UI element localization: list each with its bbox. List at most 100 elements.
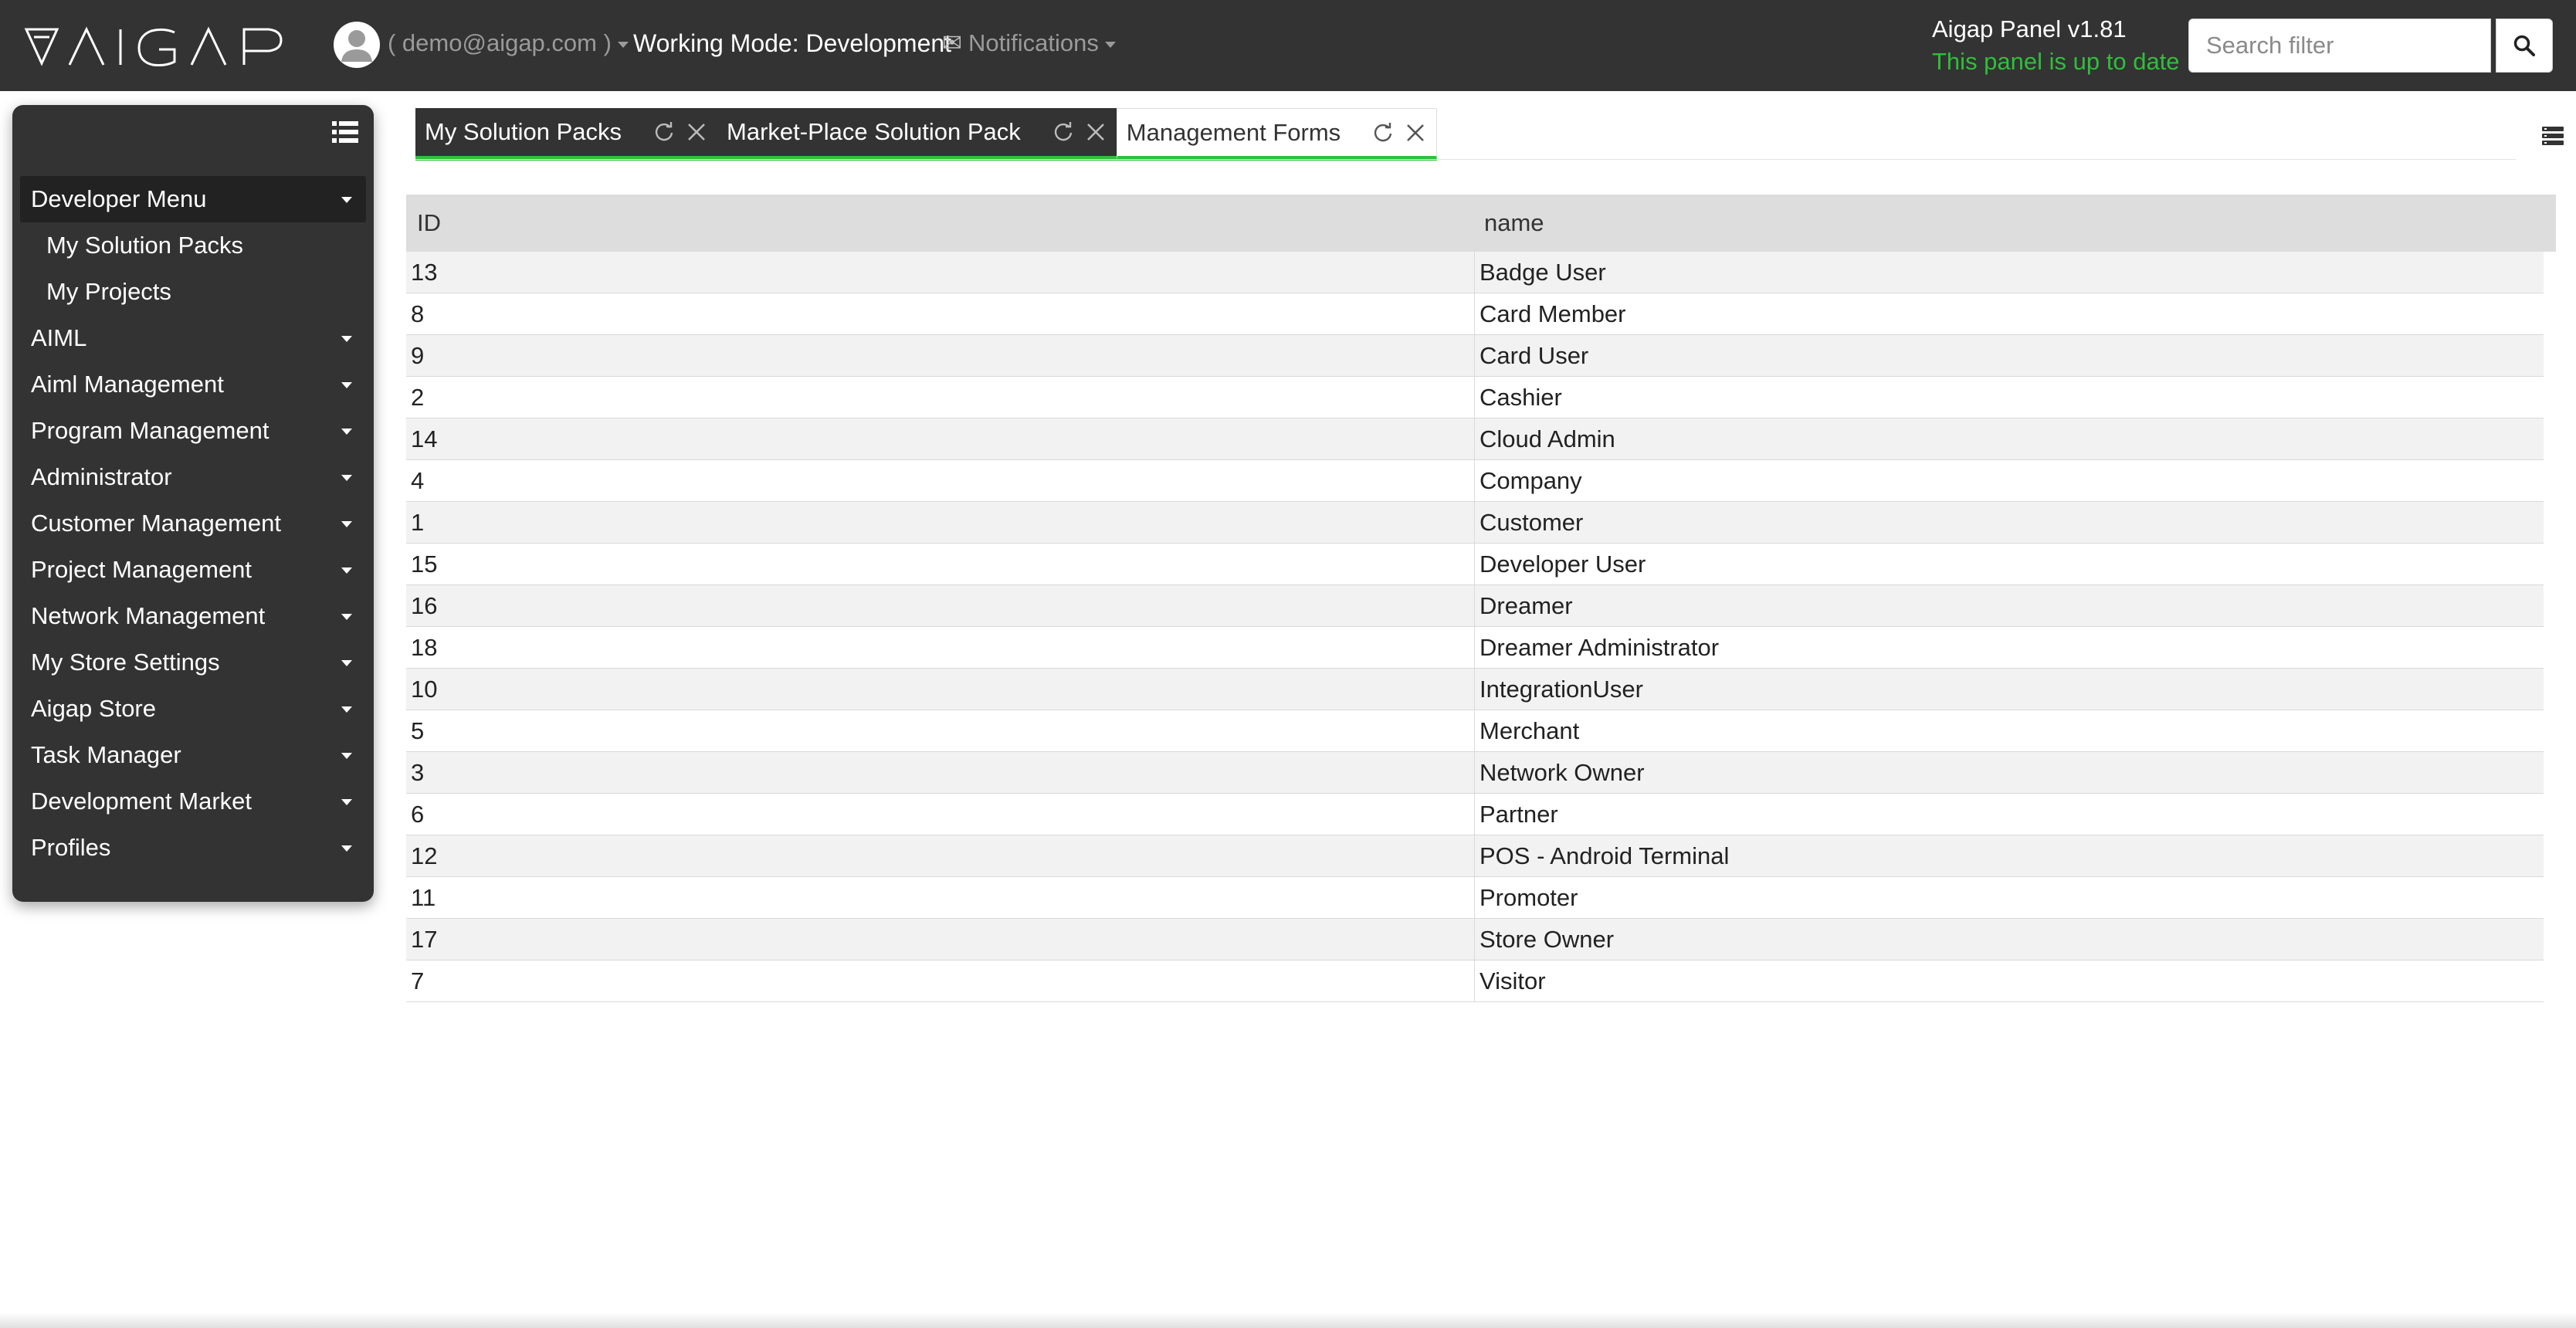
chevron-down-icon xyxy=(341,521,352,527)
sidebar-item-customer-management[interactable]: Customer Management xyxy=(20,500,366,547)
table-row[interactable]: 13 Badge User xyxy=(406,252,2544,293)
list-icon[interactable] xyxy=(332,120,358,144)
table-row[interactable]: 10 IntegrationUser xyxy=(406,669,2544,710)
cell-name: Network Owner xyxy=(1480,759,1645,786)
notifications-menu[interactable]: ✉ Notifications xyxy=(942,29,1116,57)
table-row[interactable]: 14 Cloud Admin xyxy=(406,418,2544,460)
sidebar-item-label: Development Market xyxy=(31,788,253,815)
table-row[interactable]: 2 Cashier xyxy=(406,377,2544,418)
table-row[interactable]: 12 POS - Android Terminal xyxy=(406,835,2544,877)
sidebar-item-my-store-settings[interactable]: My Store Settings xyxy=(20,639,366,686)
refresh-icon[interactable] xyxy=(1052,120,1075,144)
table-row[interactable]: 15 Developer User xyxy=(406,544,2544,585)
table-row[interactable]: 11 Promoter xyxy=(406,877,2544,919)
sidebar-item-label: My Solution Packs xyxy=(46,232,243,259)
search-button[interactable] xyxy=(2496,19,2553,73)
cell-id: 3 xyxy=(406,752,1475,793)
sidebar-item-aigap-store[interactable]: Aigap Store xyxy=(20,686,366,732)
sidebar-item-project-management[interactable]: Project Management xyxy=(20,547,366,593)
tab-bar: My Solution Packs Market-Place Solution P… xyxy=(415,108,1438,161)
sidebar-item-my-projects[interactable]: My Projects xyxy=(20,269,366,315)
table-row[interactable]: 5 Merchant xyxy=(406,710,2544,752)
search-icon xyxy=(2513,35,2535,56)
cell-id: 18 xyxy=(406,627,1475,668)
cell-id: 7 xyxy=(406,960,1475,1001)
tab-label: My Solution Packs xyxy=(425,118,622,145)
cell-name: Visitor xyxy=(1480,967,1546,994)
table-row[interactable]: 4 Company xyxy=(406,460,2544,502)
cell-name: Developer User xyxy=(1480,551,1646,578)
refresh-icon[interactable] xyxy=(652,120,676,144)
chevron-down-icon xyxy=(341,660,352,666)
chevron-down-icon xyxy=(341,567,352,574)
table-row[interactable]: 3 Network Owner xyxy=(406,752,2544,794)
cell-id: 1 xyxy=(406,502,1475,543)
panel-status: This panel is up to date xyxy=(1932,48,2180,75)
sidebar-item-label: My Projects xyxy=(46,278,171,305)
chevron-down-icon xyxy=(341,706,352,713)
table-row[interactable]: 8 Card Member xyxy=(406,293,2544,335)
column-header-id[interactable]: ID xyxy=(406,195,1475,252)
sidebar-item-aiml-management[interactable]: Aiml Management xyxy=(20,361,366,408)
sidebar: Developer Menu My Solution Packs My Projec… xyxy=(12,105,374,902)
aigap-logo[interactable] xyxy=(23,23,301,69)
stack-icon[interactable] xyxy=(2540,124,2565,148)
chevron-down-icon xyxy=(341,336,352,342)
grid-header: ID name xyxy=(406,195,2556,252)
chevron-down-icon xyxy=(341,799,352,805)
cell-id: 12 xyxy=(406,835,1475,876)
cell-name: Dreamer xyxy=(1480,592,1573,619)
user-avatar-icon[interactable] xyxy=(332,20,381,69)
sidebar-item-profiles[interactable]: Profiles xyxy=(20,825,366,871)
cell-id: 16 xyxy=(406,585,1475,626)
close-icon[interactable] xyxy=(1404,121,1427,144)
cell-id: 15 xyxy=(406,544,1475,584)
sidebar-item-developer-menu[interactable]: Developer Menu xyxy=(20,176,366,222)
cell-name: Badge User xyxy=(1480,259,1606,286)
sidebar-item-label: Profiles xyxy=(31,834,111,861)
table-row[interactable]: 6 Partner xyxy=(406,794,2544,835)
cell-name: Cashier xyxy=(1480,384,1562,411)
tab-my-solution-packs[interactable]: My Solution Packs xyxy=(415,108,717,161)
table-row[interactable]: 18 Dreamer Administrator xyxy=(406,627,2544,669)
tab-management-forms[interactable]: Management Forms xyxy=(1116,108,1438,161)
search-input[interactable] xyxy=(2188,19,2491,73)
cell-name: Card User xyxy=(1480,342,1589,369)
cell-name: Customer xyxy=(1480,509,1584,536)
table-row[interactable]: 9 Card User xyxy=(406,335,2544,377)
column-header-name[interactable]: name xyxy=(1475,195,2556,252)
cell-name: Store Owner xyxy=(1480,926,1615,953)
sidebar-menu: Developer Menu My Solution Packs My Projec… xyxy=(20,176,366,871)
cell-id: 10 xyxy=(406,669,1475,710)
sidebar-item-label: Program Management xyxy=(31,417,269,444)
close-icon[interactable] xyxy=(685,120,708,144)
sidebar-item-program-management[interactable]: Program Management xyxy=(20,408,366,454)
cell-name: Cloud Admin xyxy=(1480,425,1615,452)
sidebar-item-task-manager[interactable]: Task Manager xyxy=(20,732,366,778)
data-grid: ID name 13 Badge User 8 Card Member 9 Card Us… xyxy=(406,195,2556,1002)
user-menu[interactable]: ( demo@aigap.com ) xyxy=(388,29,629,57)
sidebar-item-my-solution-packs[interactable]: My Solution Packs xyxy=(20,222,366,269)
cell-id: 13 xyxy=(406,252,1475,293)
sidebar-item-label: Network Management xyxy=(31,602,266,629)
cell-id: 8 xyxy=(406,293,1475,334)
cell-id: 14 xyxy=(406,418,1475,459)
chevron-down-icon xyxy=(341,614,352,620)
tab-market-place-solution-pack[interactable]: Market-Place Solution Pack xyxy=(717,108,1117,161)
sidebar-item-development-market[interactable]: Development Market xyxy=(20,778,366,825)
sidebar-item-network-management[interactable]: Network Management xyxy=(20,593,366,639)
sidebar-item-label: Project Management xyxy=(31,556,253,583)
refresh-icon[interactable] xyxy=(1371,121,1395,144)
cell-id: 9 xyxy=(406,335,1475,376)
sidebar-item-label: Customer Management xyxy=(31,510,281,537)
sidebar-item-administrator[interactable]: Administrator xyxy=(20,454,366,500)
table-row[interactable]: 7 Visitor xyxy=(406,960,2544,1002)
cell-name: Dreamer Administrator xyxy=(1480,634,1720,661)
table-row[interactable]: 17 Store Owner xyxy=(406,919,2544,960)
chevron-down-icon xyxy=(341,197,352,203)
close-icon[interactable] xyxy=(1084,120,1107,144)
table-row[interactable]: 16 Dreamer xyxy=(406,585,2544,627)
cell-name: IntegrationUser xyxy=(1480,676,1643,703)
table-row[interactable]: 1 Customer xyxy=(406,502,2544,544)
sidebar-item-aiml[interactable]: AIML xyxy=(20,315,366,361)
